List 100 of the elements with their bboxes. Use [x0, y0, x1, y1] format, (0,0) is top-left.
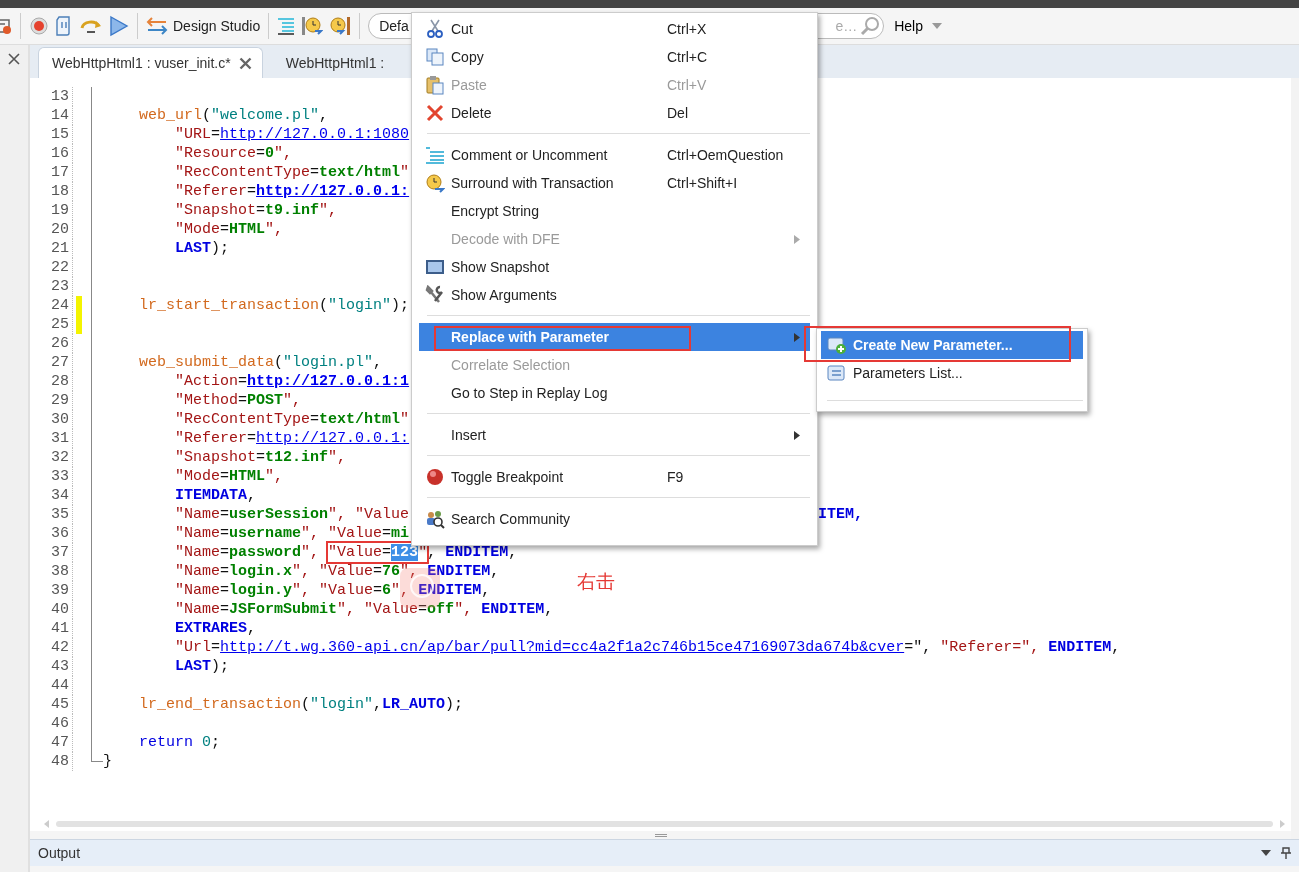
line-number: 24 [30, 296, 73, 315]
code-line: LAST); [174, 239, 230, 258]
lines-icon [425, 145, 445, 165]
line-number: 27 [30, 353, 73, 372]
line-number: 39 [30, 581, 73, 600]
line-number: 45 [30, 695, 73, 714]
code-line: "Name=username", "Value=mi [174, 524, 410, 543]
monitor-icon [425, 257, 445, 277]
line-number: 20 [30, 220, 73, 239]
code-line: } [103, 752, 112, 771]
plus-badge-icon [827, 335, 847, 355]
code-line: "Name=JSFormSubmit", "Value=off", ENDITEM, [174, 600, 554, 619]
menu-item[interactable]: Copy Ctrl+C [419, 43, 810, 71]
menu-item[interactable]: Parameters List... [821, 359, 1083, 387]
line-number: 23 [30, 277, 73, 296]
menu-item[interactable]: Show Arguments [419, 281, 810, 309]
menu-item[interactable]: Create New Parameter... [821, 331, 1083, 359]
code-line: ITEM, [818, 505, 863, 524]
line-number: 44 [30, 676, 73, 695]
menu-item[interactable]: Go to Step in Replay Log [419, 379, 810, 407]
caret-icon[interactable] [1261, 849, 1271, 857]
line-number: 32 [30, 448, 73, 467]
code-line: web_url("welcome.pl", [138, 106, 329, 125]
paste-icon [425, 75, 445, 95]
line-number: 35 [30, 505, 73, 524]
cross-icon [425, 103, 445, 123]
code-line: "Name=login.y", "Value=6", ENDITEM, [174, 581, 491, 600]
submenu-arrow-icon [794, 431, 800, 440]
code-line: "RecContentType=text/html" [174, 410, 410, 429]
line-number: 42 [30, 638, 73, 657]
script-icon[interactable] [55, 15, 73, 37]
editor-tab[interactable]: WebHttpHtml1 : vuser_init.c* [38, 47, 263, 78]
code-line: "Url=http://t.wg.360-api.cn/ap/bar/pull?mid=cc4a2f1a2c746b15ce47169073da674b&cver=", "Referer=", ENDITEM, [174, 638, 1121, 657]
horizontal-scrollbar[interactable] [56, 821, 1273, 827]
line-number: 41 [30, 619, 73, 638]
menu-item[interactable]: Replace with Parameter [419, 323, 810, 351]
code-line: "Referer=http://127.0.0.1: [174, 182, 410, 201]
search-icon[interactable] [860, 16, 881, 36]
line-number: 30 [30, 410, 73, 429]
line-number: 25 [30, 315, 73, 334]
copy-icon [425, 47, 445, 67]
line-number: 37 [30, 543, 73, 562]
list-icon [827, 363, 847, 383]
code-line: "Referer=http://127.0.0.1: [174, 429, 410, 448]
code-line: "Action=http://127.0.0.1:1 [174, 372, 410, 391]
code-line: "URL=http://127.0.0.1:1080 [174, 125, 410, 144]
line-number: 13 [30, 87, 73, 106]
help-menu[interactable]: Help [884, 18, 923, 34]
clock-icon [425, 173, 445, 193]
code-line: "Method=POST", [174, 391, 302, 410]
close-icon[interactable] [238, 56, 252, 70]
code-line: lr_start_transaction("login"); [138, 296, 410, 315]
people-search-icon [425, 509, 445, 529]
swap-arrows-icon [146, 16, 168, 36]
menu-item[interactable]: Surround with Transaction Ctrl+Shift+I [419, 169, 810, 197]
line-number: 40 [30, 600, 73, 619]
line-number: 17 [30, 163, 73, 182]
line-number: 43 [30, 657, 73, 676]
line-number: 36 [30, 524, 73, 543]
line-number: 33 [30, 467, 73, 486]
code-line: "Name=login.x", "Value=76", ENDITEM, [174, 562, 500, 581]
line-number: 21 [30, 239, 73, 258]
menu-item[interactable]: Insert [419, 421, 810, 449]
line-number: 38 [30, 562, 73, 581]
code-line: "Snapshot=t12.inf", [174, 448, 347, 467]
menu-item[interactable]: Toggle Breakpoint F9 [419, 463, 810, 491]
code-line: "Mode=HTML", [174, 220, 284, 239]
align-lines-icon[interactable] [277, 17, 296, 35]
line-number: 28 [30, 372, 73, 391]
line-number: 18 [30, 182, 73, 201]
line-number: 31 [30, 429, 73, 448]
splitter-handle[interactable] [654, 833, 667, 837]
menu-item[interactable]: Encrypt String [419, 197, 810, 225]
grid-icon[interactable] [0, 16, 12, 36]
code-line: lr_end_transaction("login",LR_AUTO); [138, 695, 464, 714]
design-studio-button[interactable]: Design Studio [146, 16, 261, 36]
ball-icon [425, 467, 445, 487]
code-line: , ENDITEM, [427, 543, 518, 562]
code-line: "Snapshot=t9.inf", [174, 201, 338, 220]
menu-item[interactable]: Show Snapshot [419, 253, 810, 281]
record-icon[interactable] [29, 16, 49, 36]
line-number: 46 [30, 714, 73, 733]
editor-tab[interactable]: WebHttpHtml1 : [272, 48, 395, 78]
pin-icon[interactable] [1281, 847, 1291, 859]
code-line: "Mode=HTML", [174, 467, 284, 486]
play-icon[interactable] [109, 15, 129, 37]
menu-item[interactable]: Search Community [419, 505, 810, 533]
menu-item[interactable]: Delete Del [419, 99, 810, 127]
clock-start-icon[interactable] [301, 15, 324, 37]
code-line: LAST); [174, 657, 230, 676]
close-icon[interactable] [8, 53, 20, 65]
line-number: 48 [30, 752, 73, 771]
scissors-icon [425, 19, 445, 39]
line-number: 22 [30, 258, 73, 277]
line-number: 26 [30, 334, 73, 353]
line-number: 15 [30, 125, 73, 144]
clock-end-icon[interactable] [329, 15, 352, 37]
menu-item[interactable]: Comment or Uncomment Ctrl+OemQuestion [419, 141, 810, 169]
code-line: "RecContentType=text/html" [174, 163, 410, 182]
code-line: "Name=password", [174, 543, 321, 562]
